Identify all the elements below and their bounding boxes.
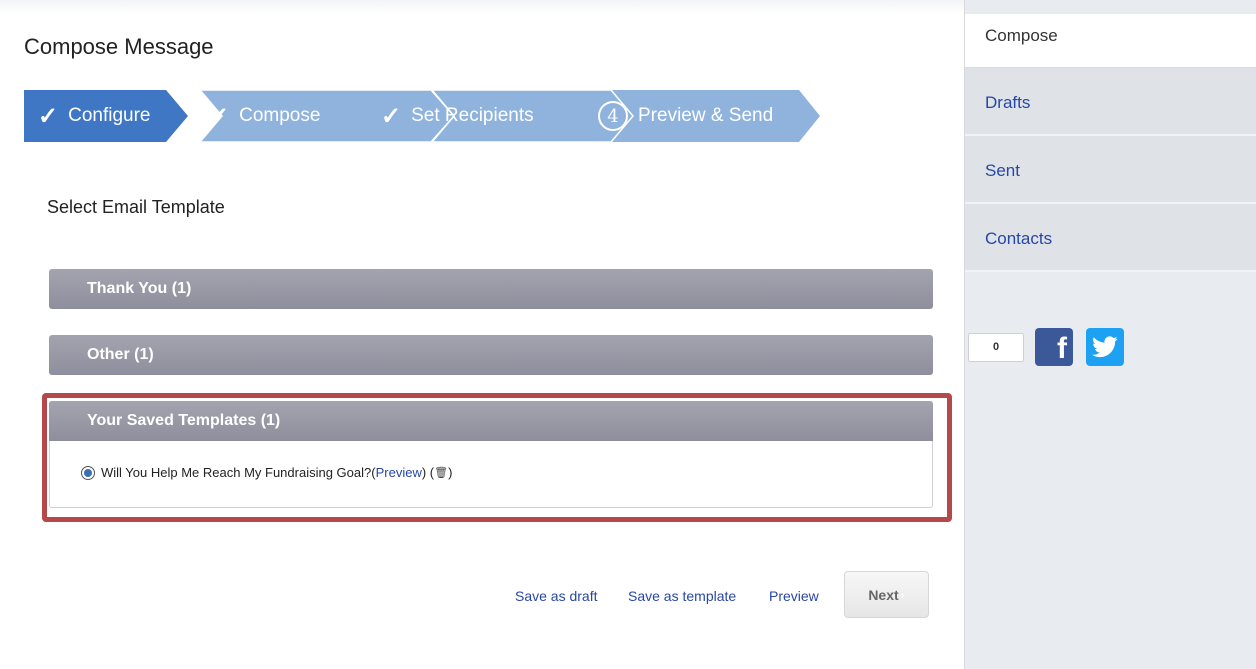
accordion-other[interactable]: Other (1) [49, 335, 933, 375]
share-count: 0 [968, 332, 1024, 362]
check-icon: ✓ [209, 102, 230, 130]
social-share: 0 f [968, 328, 1124, 366]
step-set-recipients[interactable]: ✓ Set Recipients [381, 90, 534, 142]
twitter-icon[interactable] [1086, 328, 1124, 366]
step-label: Set Recipients [411, 105, 534, 126]
save-template-link[interactable]: Save as template [628, 588, 736, 604]
sidebar-item-contacts[interactable]: Contacts [965, 204, 1256, 272]
facebook-icon[interactable]: f [1035, 328, 1073, 366]
step-label: Preview & Send [638, 105, 774, 126]
step-preview-send[interactable]: 4 Preview & Send [598, 90, 773, 142]
sidebar-item-sent[interactable]: Sent [965, 136, 1256, 204]
sidebar-item-drafts[interactable]: Drafts [965, 68, 1256, 136]
trash-icon[interactable]: 🗑 [434, 466, 448, 479]
template-radio[interactable] [81, 465, 95, 480]
next-button[interactable]: Next › [844, 571, 929, 618]
template-preview-link[interactable]: Preview [376, 465, 422, 480]
saved-templates-panel: Your Saved Templates (1) Will You Help M… [49, 401, 933, 508]
select-template-label: Select Email Template [47, 197, 225, 217]
chevron-right-icon: › [900, 587, 905, 602]
step-configure[interactable]: ✓ Configure [38, 90, 151, 142]
save-draft-link[interactable]: Save as draft [515, 588, 598, 604]
step-number-icon: 4 [598, 101, 628, 131]
radio-selected-dot [84, 468, 92, 477]
paren-end: ) [448, 465, 453, 480]
preview-link[interactable]: Preview [769, 588, 819, 604]
wizard-steps: ✓ Configure ✓ Compose ✓ Set Recipients 4… [24, 90, 824, 142]
accordion-saved-templates[interactable]: Your Saved Templates (1) [49, 401, 933, 441]
accordion-thank-you[interactable]: Thank You (1) [49, 269, 933, 309]
check-icon: ✓ [381, 102, 402, 130]
twitter-bird [1092, 336, 1118, 358]
paren-close: ) ( [421, 465, 435, 480]
step-label: Configure [68, 105, 151, 126]
check-icon: ✓ [38, 102, 59, 130]
step-compose[interactable]: ✓ Compose [209, 90, 320, 142]
saved-template-item: Will You Help Me Reach My Fundraising Go… [81, 465, 452, 480]
sidebar-item-compose[interactable]: Compose [965, 14, 1256, 68]
next-label: Next [868, 586, 899, 603]
template-title: Will You Help Me Reach My Fundraising Go… [101, 465, 372, 480]
page-title: Compose Message [24, 34, 214, 59]
step-label: Compose [239, 105, 321, 126]
